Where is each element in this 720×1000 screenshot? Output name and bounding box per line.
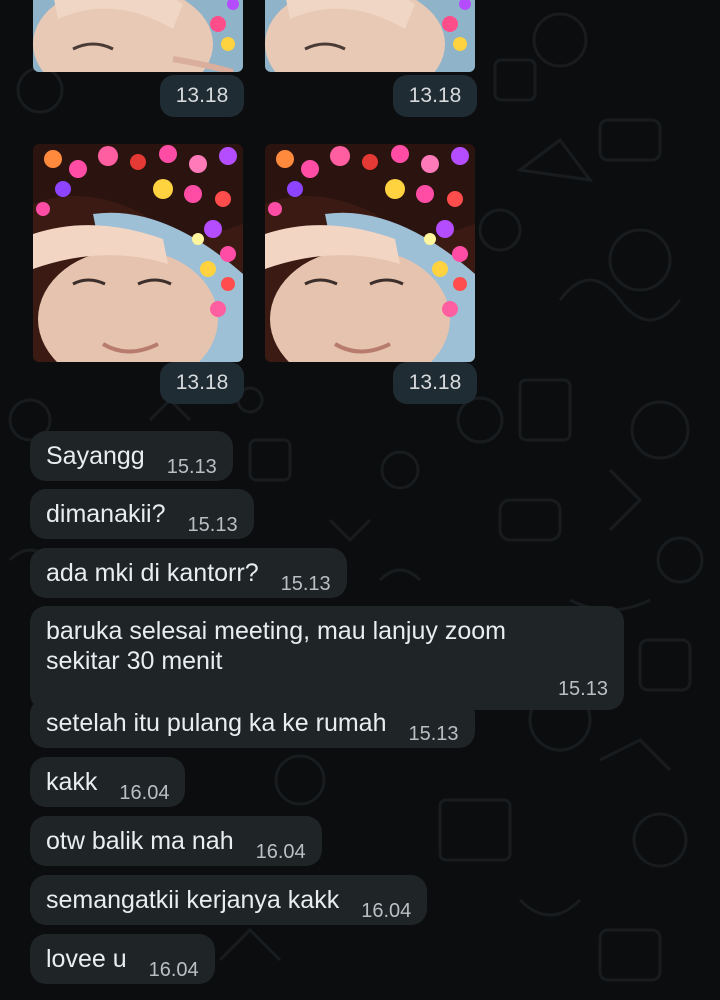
message-text-line: baruka selesai meeting, mau lanjuy zoom bbox=[46, 617, 506, 645]
photo-thumbnail bbox=[265, 0, 475, 72]
message-bubble[interactable]: otw balik ma nah 16.04 bbox=[30, 816, 322, 866]
photo-message[interactable] bbox=[33, 0, 243, 72]
message-text: setelah itu pulang ka ke rumah bbox=[46, 709, 387, 737]
message-text: Sayangg bbox=[46, 442, 145, 470]
photo-message[interactable] bbox=[265, 144, 475, 362]
photo-timestamp: 13.18 bbox=[393, 75, 477, 117]
message-bubble[interactable]: ada mki di kantorr? 15.13 bbox=[30, 548, 347, 598]
message-time: 15.13 bbox=[408, 723, 459, 745]
photo-timestamp: 13.18 bbox=[393, 362, 477, 404]
message-bubble[interactable]: semangatkii kerjanya kakk 16.04 bbox=[30, 875, 428, 925]
message-text: ada mki di kantorr? bbox=[46, 559, 259, 587]
message-text: lovee u bbox=[46, 945, 127, 973]
message-bubble[interactable]: Sayangg 15.13 bbox=[30, 431, 233, 481]
photo-thumbnail bbox=[33, 144, 243, 362]
photo-message[interactable] bbox=[265, 0, 475, 72]
message-bubble[interactable]: baruka selesai meeting, mau lanjuy zoom … bbox=[30, 606, 624, 710]
message-text: dimanakii? bbox=[46, 500, 166, 528]
photo-thumbnail bbox=[265, 144, 475, 362]
message-bubble[interactable]: kakk 16.04 bbox=[30, 757, 186, 807]
message-time: 16.04 bbox=[148, 959, 199, 981]
message-bubble[interactable]: dimanakii? 15.13 bbox=[30, 489, 254, 539]
message-time: 16.04 bbox=[361, 900, 412, 922]
photo-timestamp: 13.18 bbox=[160, 362, 244, 404]
message-time: 16.04 bbox=[119, 782, 170, 804]
message-bubble[interactable]: setelah itu pulang ka ke rumah 15.13 bbox=[30, 698, 475, 748]
message-time: 16.04 bbox=[255, 841, 306, 863]
chat-view: 13.18 13.18 13.18 13.18 Sayangg 15.13 di… bbox=[0, 0, 720, 1000]
message-time: 15.13 bbox=[280, 573, 331, 595]
message-text-line: sekitar 30 menit bbox=[46, 647, 223, 675]
photo-timestamp: 13.18 bbox=[160, 75, 244, 117]
message-time: 15.13 bbox=[166, 456, 217, 478]
message-text: semangatkii kerjanya kakk bbox=[46, 886, 340, 914]
message-bubble[interactable]: lovee u 16.04 bbox=[30, 934, 215, 984]
message-time: 15.13 bbox=[187, 514, 238, 536]
message-text: kakk bbox=[46, 768, 98, 796]
photo-message[interactable] bbox=[33, 144, 243, 362]
message-text: otw balik ma nah bbox=[46, 827, 234, 855]
photo-thumbnail bbox=[33, 0, 243, 72]
